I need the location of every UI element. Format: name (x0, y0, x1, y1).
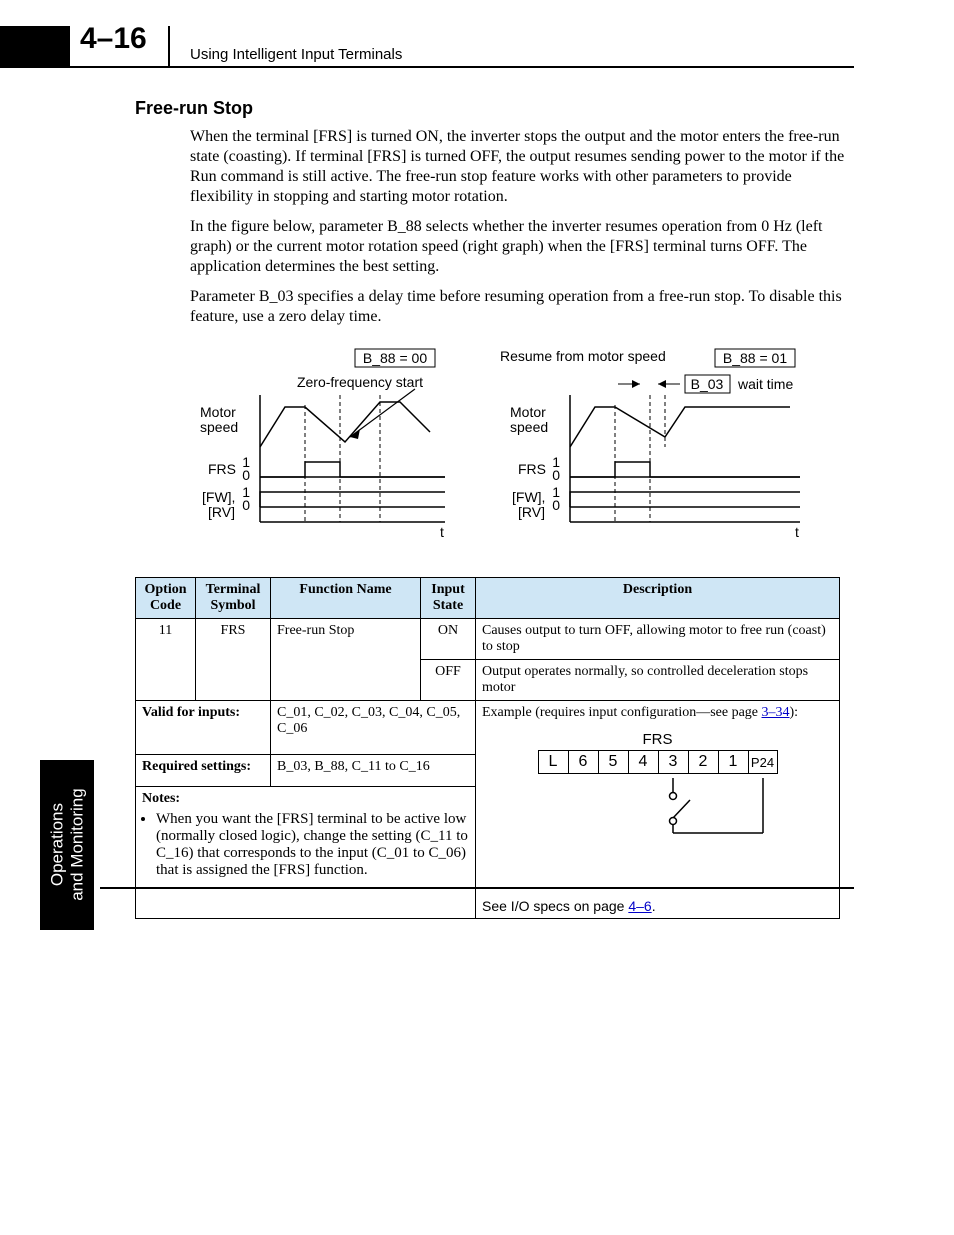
td-required-label: Required settings: (136, 754, 271, 787)
para-2: In the figure below, parameter B_88 sele… (190, 217, 854, 277)
terminal-diagram: FRS L 6 5 4 3 2 1 P24 (482, 731, 833, 838)
note-1: When you want the [FRS] terminal to be a… (156, 811, 469, 879)
param-table: Option Code Terminal Symbol Function Nam… (135, 577, 840, 919)
page-number: 4–16 (80, 22, 147, 56)
terminal-6: 6 (568, 750, 598, 774)
example-text-post: ): (790, 705, 799, 720)
content: Free-run Stop When the terminal [FRS] is… (100, 98, 854, 919)
td-state-off: OFF (421, 660, 476, 701)
io-spec-link[interactable]: 4–6 (628, 898, 651, 914)
td-func: Free-run Stop (271, 619, 421, 701)
td-valid-inputs-value: C_01, C_02, C_03, C_04, C_05, C_06 (271, 701, 476, 755)
chapter-title: Using Intelligent Input Terminals (190, 46, 402, 63)
fig-left-ylab-fw: [FW], (202, 489, 235, 505)
fig-left-ylab-rv: [RV] (208, 504, 235, 520)
frs-diagram-label: FRS (482, 731, 833, 748)
fig-left-xlabel: t (440, 524, 444, 540)
td-valid-inputs-label: Valid for inputs: (136, 701, 271, 755)
td-state-on: ON (421, 619, 476, 660)
body-text: When the terminal [FRS] is turned ON, th… (100, 127, 854, 327)
header-black-block (0, 26, 70, 68)
th-description: Description (476, 578, 840, 619)
fig-left-subtitle: Zero-frequency start (297, 374, 423, 390)
th-terminal-symbol: Terminal Symbol (196, 578, 271, 619)
fig-right-ylab-frs: FRS (518, 461, 546, 477)
fig-left-ylab-motor1: Motor (200, 404, 236, 420)
fig-right-waitlabel: wait time (737, 376, 793, 392)
td-desc-on: Causes output to turn OFF, allowing moto… (476, 619, 840, 660)
example-link[interactable]: 3–34 (762, 705, 790, 720)
svg-text:0: 0 (552, 497, 560, 513)
th-function-name: Function Name (271, 578, 421, 619)
th-input-state: Input State (421, 578, 476, 619)
fig-left-frs-0: 0 (242, 467, 250, 483)
para-1: When the terminal [FRS] is turned ON, th… (190, 127, 854, 207)
svg-text:Motor: Motor (510, 404, 546, 420)
terminal-1: 1 (718, 750, 748, 774)
figure: B_88 = 00 Zero-frequency start t Motor s… (190, 347, 854, 547)
terminal-L: L (538, 750, 568, 774)
side-tab: Operations and Monitoring (40, 760, 94, 930)
terminals: L 6 5 4 3 2 1 P24 (538, 750, 778, 774)
svg-text:[FW],: [FW], (512, 489, 545, 505)
td-example: Example (requires input configuration—se… (476, 701, 840, 919)
fig-left-fw-0: 0 (242, 497, 250, 513)
fig-left-parambox: B_88 = 00 (363, 350, 427, 366)
notes-label: Notes: (142, 791, 180, 806)
side-tab-line2: and Monitoring (67, 789, 86, 901)
para-3: Parameter B_03 specifies a delay time be… (190, 287, 854, 327)
fig-right-xlabel: t (795, 524, 799, 540)
switch-icon (538, 778, 778, 838)
example-text-pre: Example (requires input configuration—se… (482, 705, 762, 720)
side-tab-line1: Operations (47, 803, 66, 886)
fig-right-waitbox: B_03 (691, 376, 724, 392)
terminal-4: 4 (628, 750, 658, 774)
svg-text:0: 0 (552, 467, 560, 483)
svg-text:[RV]: [RV] (518, 504, 545, 520)
page: 4–16 Using Intelligent Input Terminals O… (0, 0, 954, 979)
io-spec: See I/O specs on page 4–6. (482, 898, 833, 914)
section-title: Free-run Stop (135, 98, 854, 119)
fig-left-ylab-frs: FRS (208, 461, 236, 477)
terminal-3: 3 (658, 750, 688, 774)
td-notes: Notes: When you want the [FRS] terminal … (136, 787, 476, 919)
fig-left-ylab-motor2: speed (200, 419, 238, 435)
svg-text:speed: speed (510, 419, 548, 435)
td-symbol: FRS (196, 619, 271, 701)
terminal-5: 5 (598, 750, 628, 774)
td-required-value: B_03, B_88, C_11 to C_16 (271, 754, 476, 787)
td-code: 11 (136, 619, 196, 701)
footer-rule (100, 887, 854, 889)
terminal-P24: P24 (748, 750, 778, 774)
header-rule (0, 66, 854, 68)
th-option-code: Option Code (136, 578, 196, 619)
td-desc-off: Output operates normally, so controlled … (476, 660, 840, 701)
fig-right-parambox: B_88 = 01 (723, 350, 787, 366)
fig-right-heading: Resume from motor speed (500, 348, 666, 364)
terminal-2: 2 (688, 750, 718, 774)
